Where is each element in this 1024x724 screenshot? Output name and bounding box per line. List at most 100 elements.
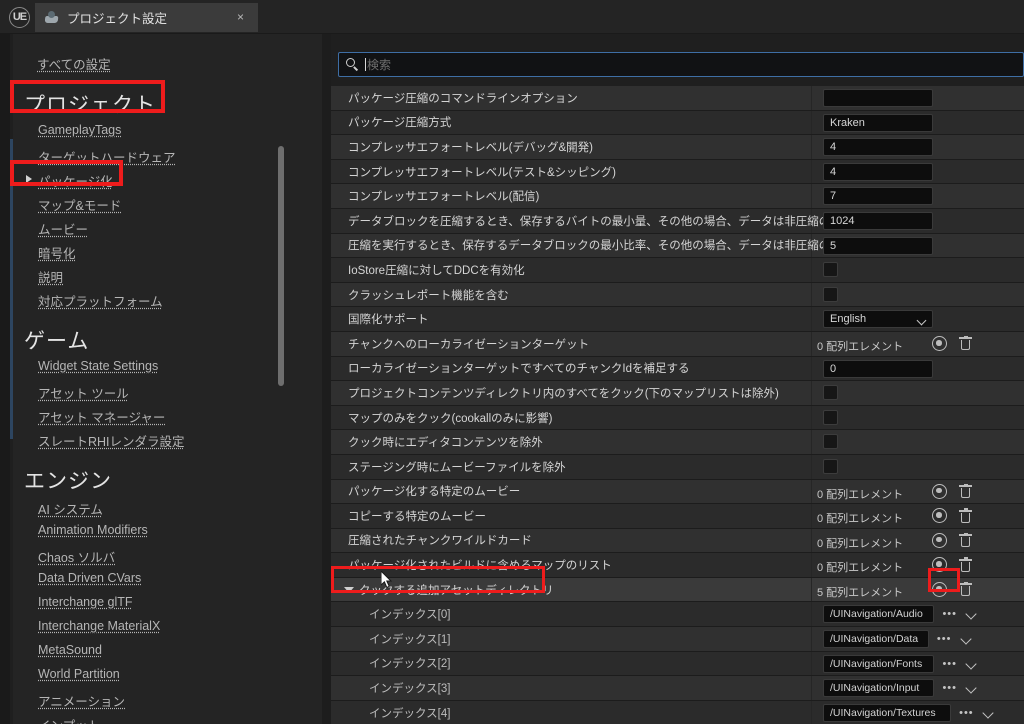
value-path-field[interactable]: /UINavigation/Textures: [823, 703, 952, 722]
value-path-field[interactable]: /UINavigation/Data: [823, 630, 929, 649]
settings-row[interactable]: コンプレッサエフォートレベル(デバッグ&開発) 4: [331, 135, 1024, 160]
sidebar-item-1-0[interactable]: Widget State Settings: [38, 359, 158, 373]
sidebar-item-0-1[interactable]: ターゲットハードウェア: [38, 147, 176, 166]
sidebar-item-2-9[interactable]: インプット: [38, 715, 100, 724]
add-array-element-icon[interactable]: [932, 483, 947, 499]
sidebar-item-1-2[interactable]: アセット マネージャー: [38, 407, 165, 426]
value-text-field[interactable]: 1024: [823, 211, 933, 230]
browse-ellipsis-button[interactable]: •••: [942, 683, 957, 694]
settings-row[interactable]: クラッシュレポート機能を含む: [331, 282, 1024, 308]
settings-row[interactable]: パッケージ圧縮方式 Kraken: [331, 110, 1024, 136]
sidebar-item-2-0[interactable]: AI システム: [38, 499, 103, 518]
browse-ellipsis-button[interactable]: •••: [942, 609, 957, 620]
sidebar-item-1-1[interactable]: アセット ツール: [38, 383, 129, 402]
browse-ellipsis-button[interactable]: •••: [942, 658, 957, 669]
add-array-element-icon[interactable]: [932, 508, 947, 524]
settings-row[interactable]: インデックス[0] /UINavigation/Audio •••: [331, 602, 1024, 628]
sidebar-item-2-4[interactable]: Interchange glTF: [38, 595, 133, 609]
sidebar-item-0-2[interactable]: パッケージ化: [38, 171, 113, 190]
sidebar-item-0-3[interactable]: マップ&モード: [38, 195, 121, 214]
value-checkbox[interactable]: [823, 434, 838, 450]
chevron-right-icon[interactable]: [26, 175, 32, 183]
delete-array-icon[interactable]: [959, 581, 972, 597]
settings-row[interactable]: 圧縮されたチャンクワイルドカード 0 配列エレメント: [331, 528, 1024, 554]
value-text-field[interactable]: 0: [823, 359, 933, 378]
sidebar-item-2-6[interactable]: MetaSound: [38, 643, 102, 657]
settings-row[interactable]: パッケージ化されたビルドに含めるマップのリスト 0 配列エレメント: [331, 553, 1024, 578]
chevron-down-icon[interactable]: [344, 586, 354, 593]
tab-project-settings[interactable]: プロジェクト設定 ×: [35, 3, 258, 32]
sidebar-item-2-3[interactable]: Data Driven CVars: [38, 571, 141, 585]
value-path-field[interactable]: /UINavigation/Input: [823, 679, 935, 698]
settings-row[interactable]: コンプレッサエフォートレベル(テスト&シッピング) 4: [331, 159, 1024, 185]
settings-row[interactable]: パッケージ化する特定のムービー 0 配列エレメント: [331, 479, 1024, 505]
add-array-element-icon[interactable]: [932, 557, 947, 573]
sidebar-item-0-4[interactable]: ムービー: [38, 219, 88, 238]
settings-row[interactable]: データブロックを圧縮するとき、保存するバイトの最小量、その他の場合、データは非圧…: [331, 208, 1024, 234]
settings-row[interactable]: IoStore圧縮に対してDDCを有効化: [331, 258, 1024, 283]
settings-row[interactable]: インデックス[3] /UINavigation/Input •••: [331, 676, 1024, 701]
settings-row[interactable]: インデックス[2] /UINavigation/Fonts •••: [331, 651, 1024, 677]
sidebar-item-2-7[interactable]: World Partition: [38, 667, 120, 681]
settings-row[interactable]: インデックス[4] /UINavigation/Textures •••: [331, 700, 1024, 724]
settings-row[interactable]: チャンクへのローカライゼーションターゲット 0 配列エレメント: [331, 331, 1024, 357]
settings-row[interactable]: 圧縮を実行するとき、保存するデータブロックの最小比率、その他の場合、データは非圧…: [331, 233, 1024, 259]
delete-array-icon[interactable]: [959, 532, 972, 548]
delete-array-icon[interactable]: [959, 335, 972, 351]
add-array-element-icon[interactable]: [932, 532, 947, 548]
value-text-field[interactable]: 7: [823, 187, 933, 206]
settings-row[interactable]: クックする追加アセットディレクトリ 5 配列エレメント: [331, 577, 1024, 603]
value-checkbox[interactable]: [823, 409, 838, 425]
delete-array-icon[interactable]: [959, 483, 972, 499]
browse-ellipsis-button[interactable]: •••: [959, 707, 974, 718]
settings-row[interactable]: コピーする特定のムービー 0 配列エレメント: [331, 504, 1024, 529]
sidebar-item-0-5[interactable]: 暗号化: [38, 243, 76, 262]
settings-row[interactable]: マップのみをクック(cookallのみに影響): [331, 405, 1024, 431]
add-array-element-icon[interactable]: [932, 335, 947, 351]
chevron-down-icon[interactable]: [965, 682, 978, 694]
browse-ellipsis-button[interactable]: •••: [937, 634, 952, 645]
chevron-down-icon[interactable]: [960, 633, 972, 645]
value-checkbox[interactable]: [823, 262, 838, 278]
chevron-down-icon[interactable]: [965, 608, 978, 621]
value-checkbox[interactable]: [823, 385, 838, 401]
value-checkbox[interactable]: [823, 286, 838, 302]
sidebar-item-2-1[interactable]: Animation Modifiers: [38, 523, 148, 537]
delete-array-icon[interactable]: [959, 508, 972, 523]
sidebar-right-gutter: [322, 34, 331, 724]
row-label: マップのみをクック(cookallのみに影響): [348, 412, 553, 425]
sidebar-item-0-7[interactable]: 対応プラットフォーム: [38, 291, 163, 310]
add-array-element-icon[interactable]: [932, 581, 947, 597]
search-input[interactable]: 検索: [338, 52, 1024, 77]
settings-row[interactable]: ローカライゼーションターゲットですべてのチャンクIdを補足する 0: [331, 356, 1024, 382]
value-text-field[interactable]: 4: [823, 138, 933, 157]
value-checkbox[interactable]: [823, 458, 838, 474]
settings-row[interactable]: インデックス[1] /UINavigation/Data •••: [331, 627, 1024, 652]
sidebar-item-1-3[interactable]: スレートRHIレンダラ設定: [38, 431, 185, 450]
value-text-field[interactable]: Kraken: [823, 113, 933, 132]
chevron-down-icon[interactable]: [965, 657, 978, 670]
settings-row[interactable]: 国際化サポート English: [331, 307, 1024, 332]
value-text-field[interactable]: 4: [823, 162, 933, 181]
chevron-down-icon[interactable]: [982, 707, 994, 719]
value-dropdown[interactable]: English: [823, 310, 933, 329]
delete-array-icon[interactable]: [959, 557, 972, 572]
sidebar-item-all-settings[interactable]: すべての設定: [37, 54, 111, 73]
sidebar-scrollbar[interactable]: [278, 146, 284, 386]
sidebar-item-2-2[interactable]: Chaos ソルバ: [38, 547, 115, 566]
sidebar-item-0-0[interactable]: GameplayTags: [38, 123, 121, 137]
settings-row[interactable]: クック時にエディタコンテンツを除外: [331, 430, 1024, 455]
settings-row[interactable]: パッケージ圧縮のコマンドラインオプション: [331, 86, 1024, 111]
close-icon[interactable]: ×: [237, 10, 244, 24]
settings-row[interactable]: プロジェクトコンテンツディレクトリ内のすべてをクック(下のマップリストは除外): [331, 381, 1024, 406]
value-path-field[interactable]: /UINavigation/Audio: [823, 605, 935, 624]
value-text-field[interactable]: 5: [823, 236, 933, 255]
value-text-field[interactable]: [823, 89, 933, 107]
settings-row[interactable]: ステージング時にムービーファイルを除外: [331, 454, 1024, 480]
sidebar-item-2-5[interactable]: Interchange MaterialX: [38, 619, 160, 633]
value-path-field[interactable]: /UINavigation/Fonts: [823, 654, 935, 673]
settings-row[interactable]: コンプレッサエフォートレベル(配信) 7: [331, 184, 1024, 209]
chevron-down-icon[interactable]: [916, 315, 927, 326]
sidebar-item-0-6[interactable]: 説明: [38, 267, 63, 286]
sidebar-item-2-8[interactable]: アニメーション: [38, 691, 125, 710]
